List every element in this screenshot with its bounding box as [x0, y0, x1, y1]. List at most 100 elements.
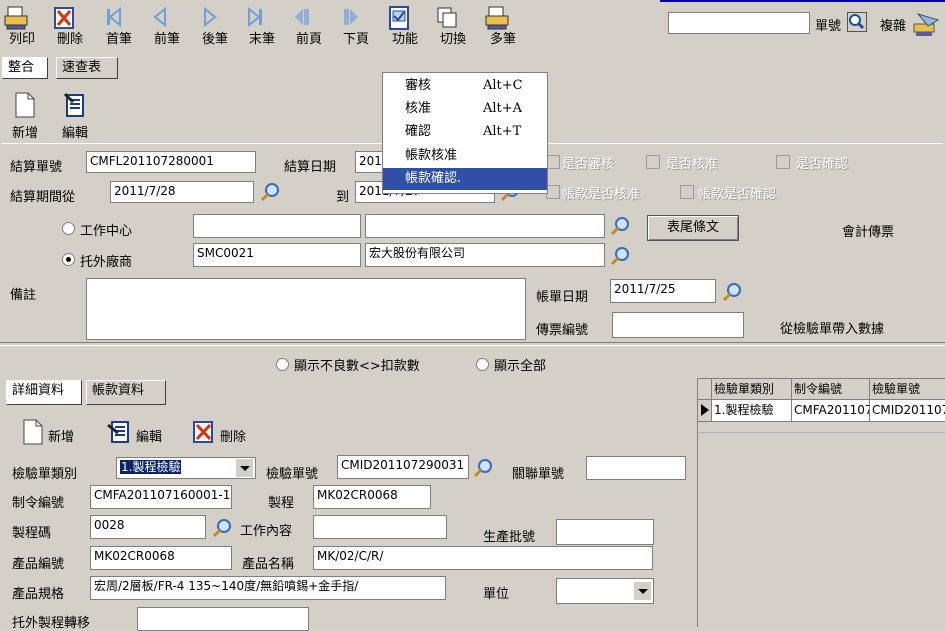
settle-date-label: 結算日期 [284, 160, 337, 175]
order-no-field[interactable]: CMFA201107160001-1 [90, 485, 232, 509]
multi-record-button[interactable]: 多筆 [483, 2, 523, 52]
footer-terms-label: 表尾條文 [666, 220, 719, 235]
product-no-field[interactable]: MK02CR0068 [90, 546, 232, 570]
next-page-icon [344, 9, 358, 25]
show-all-radio[interactable] [476, 358, 489, 371]
detail-new-icon[interactable] [22, 419, 44, 445]
is-approved-checkbox[interactable] [646, 155, 660, 169]
process-field[interactable]: MK02CR0068 [313, 485, 431, 509]
is-approved-label: 是否核准 [666, 157, 719, 172]
product-name-field[interactable]: MK/02/C/R/ [313, 546, 653, 570]
is-confirmed-checkbox[interactable] [776, 155, 790, 169]
bring-in-label: 從檢驗單帶入數據 [780, 322, 885, 337]
prev-record-button[interactable]: 前筆 [147, 2, 187, 52]
menu-item-ar-confirm[interactable]: 帳款確認. [383, 168, 547, 190]
menu-item-approve[interactable]: 核准 Alt+A [383, 98, 547, 120]
tab-combine[interactable]: 整合 [2, 57, 48, 79]
grid-header-type[interactable]: 檢驗單類別 [712, 378, 792, 400]
vendor-name-field[interactable]: 宏大股份有限公司 [365, 243, 605, 267]
prev-page-button[interactable]: 前頁 [289, 2, 329, 52]
menu-item-confirm[interactable]: 確認 Alt+T [383, 121, 547, 143]
detail-new-label[interactable]: 新增 [48, 426, 74, 445]
tab-quick-lookup[interactable]: 速查表 [56, 57, 118, 79]
menu-item-review[interactable]: 審核 Alt+C [383, 75, 547, 97]
work-center-code-field[interactable] [193, 214, 361, 238]
detail-edit-icon[interactable] [106, 419, 132, 445]
ar-confirmed-checkbox[interactable] [680, 185, 694, 199]
order-no-label: 制令編號 [12, 496, 65, 511]
next-page-button[interactable]: 下頁 [336, 2, 376, 52]
tab-detail[interactable]: 詳細資料 [6, 380, 82, 405]
vendor-lookup-icon[interactable] [610, 246, 630, 266]
insp-no-label: 檢驗單號 [266, 467, 319, 482]
copy-icon[interactable] [912, 10, 940, 38]
sub-edit-button[interactable]: 編輯 [58, 92, 92, 141]
doc-no-search-input[interactable] [668, 12, 810, 34]
related-no-label: 關聯單號 [512, 467, 565, 482]
period-from-field[interactable]: 2011/7/28 [110, 181, 254, 203]
spec-field[interactable]: 宏周/2層板/FR-4 135~140度/無鉛噴錫+金手指/ [90, 576, 446, 600]
vendor-code-field[interactable]: SMC0021 [193, 243, 361, 267]
last-record-button[interactable]: 末筆 [242, 2, 282, 52]
insp-no-field[interactable]: CMID201107290031 [337, 455, 469, 479]
process-code-field[interactable]: 0028 [90, 515, 206, 539]
outsource-transfer-field[interactable] [137, 607, 309, 631]
multi-record-icon [485, 6, 509, 30]
settle-no-label: 結算單號 [10, 160, 63, 175]
is-reviewed-checkbox[interactable] [546, 155, 560, 169]
delete-button[interactable]: 刪除 [50, 2, 90, 52]
switch-button[interactable]: 切換 [433, 2, 473, 52]
next-record-button[interactable]: 後筆 [195, 2, 235, 52]
print-button[interactable]: 列印 [2, 2, 42, 52]
detail-delete-icon[interactable] [192, 420, 216, 444]
period-from-lookup-icon[interactable] [260, 182, 280, 202]
function-button[interactable]: 功能 [385, 2, 425, 52]
sub-new-label: 新增 [11, 126, 38, 141]
insp-no-lookup-icon[interactable] [473, 458, 493, 478]
ar-approved-checkbox[interactable] [546, 185, 560, 199]
bill-date-field[interactable]: 2011/7/25 [610, 279, 716, 303]
unit-dropdown-icon[interactable] [633, 582, 651, 600]
insp-type-dropdown-icon[interactable] [235, 459, 253, 477]
work-center-lookup-icon[interactable] [610, 216, 630, 236]
grid-corner [698, 378, 712, 400]
show-defect-radio[interactable] [276, 358, 289, 371]
next-label: 後筆 [201, 32, 228, 47]
voucher-no-field[interactable] [612, 312, 744, 338]
vendor-radio[interactable] [62, 253, 75, 266]
menu-item-ar-approve[interactable]: 帳款核准 [383, 145, 547, 167]
process-code-lookup-icon[interactable] [212, 518, 232, 538]
first-record-button[interactable]: 首筆 [99, 2, 139, 52]
detail-delete-label[interactable]: 刪除 [220, 426, 246, 445]
insp-type-select[interactable]: 1.製程檢驗 [116, 457, 256, 479]
table-row-cell[interactable]: CMID201107 [870, 400, 945, 422]
table-row-cell[interactable]: 1.製程檢驗 [712, 400, 792, 422]
grid-header-order[interactable]: 制令編號 [792, 378, 870, 400]
search-icon[interactable] [847, 12, 867, 32]
batch-no-label: 生產批號 [483, 530, 536, 545]
detail-edit-label[interactable]: 編輯 [136, 426, 162, 445]
tab-payment[interactable]: 帳款資料 [86, 380, 166, 405]
work-content-field[interactable] [313, 515, 447, 539]
remark-textarea[interactable] [86, 278, 526, 340]
work-center-radio[interactable] [62, 222, 75, 235]
process-label: 製程 [268, 496, 295, 511]
footer-terms-button[interactable]: 表尾條文 [647, 215, 739, 241]
sub-new-button[interactable]: 新增 [8, 92, 42, 141]
bill-date-lookup-icon[interactable] [722, 282, 742, 302]
tab-quick-label: 速查表 [62, 60, 102, 75]
next-page-label: 下頁 [342, 32, 369, 47]
grid-header-insp-no[interactable]: 檢驗單號 [870, 378, 945, 400]
related-no-field[interactable] [586, 456, 686, 480]
unit-select[interactable] [556, 578, 654, 604]
remark-label: 備註 [10, 288, 37, 303]
row-pointer-icon [701, 404, 709, 416]
function-icon [389, 6, 409, 30]
settle-no-field[interactable]: CMFL201107280001 [86, 151, 256, 173]
product-no-label: 產品編號 [12, 557, 65, 572]
insp-type-label: 檢驗單類別 [12, 467, 78, 482]
table-row-cell[interactable]: CMFA2011071 [792, 400, 870, 422]
work-center-name-field[interactable] [365, 214, 605, 238]
batch-no-field[interactable] [556, 519, 654, 545]
multi-record-label: 多筆 [489, 32, 516, 47]
